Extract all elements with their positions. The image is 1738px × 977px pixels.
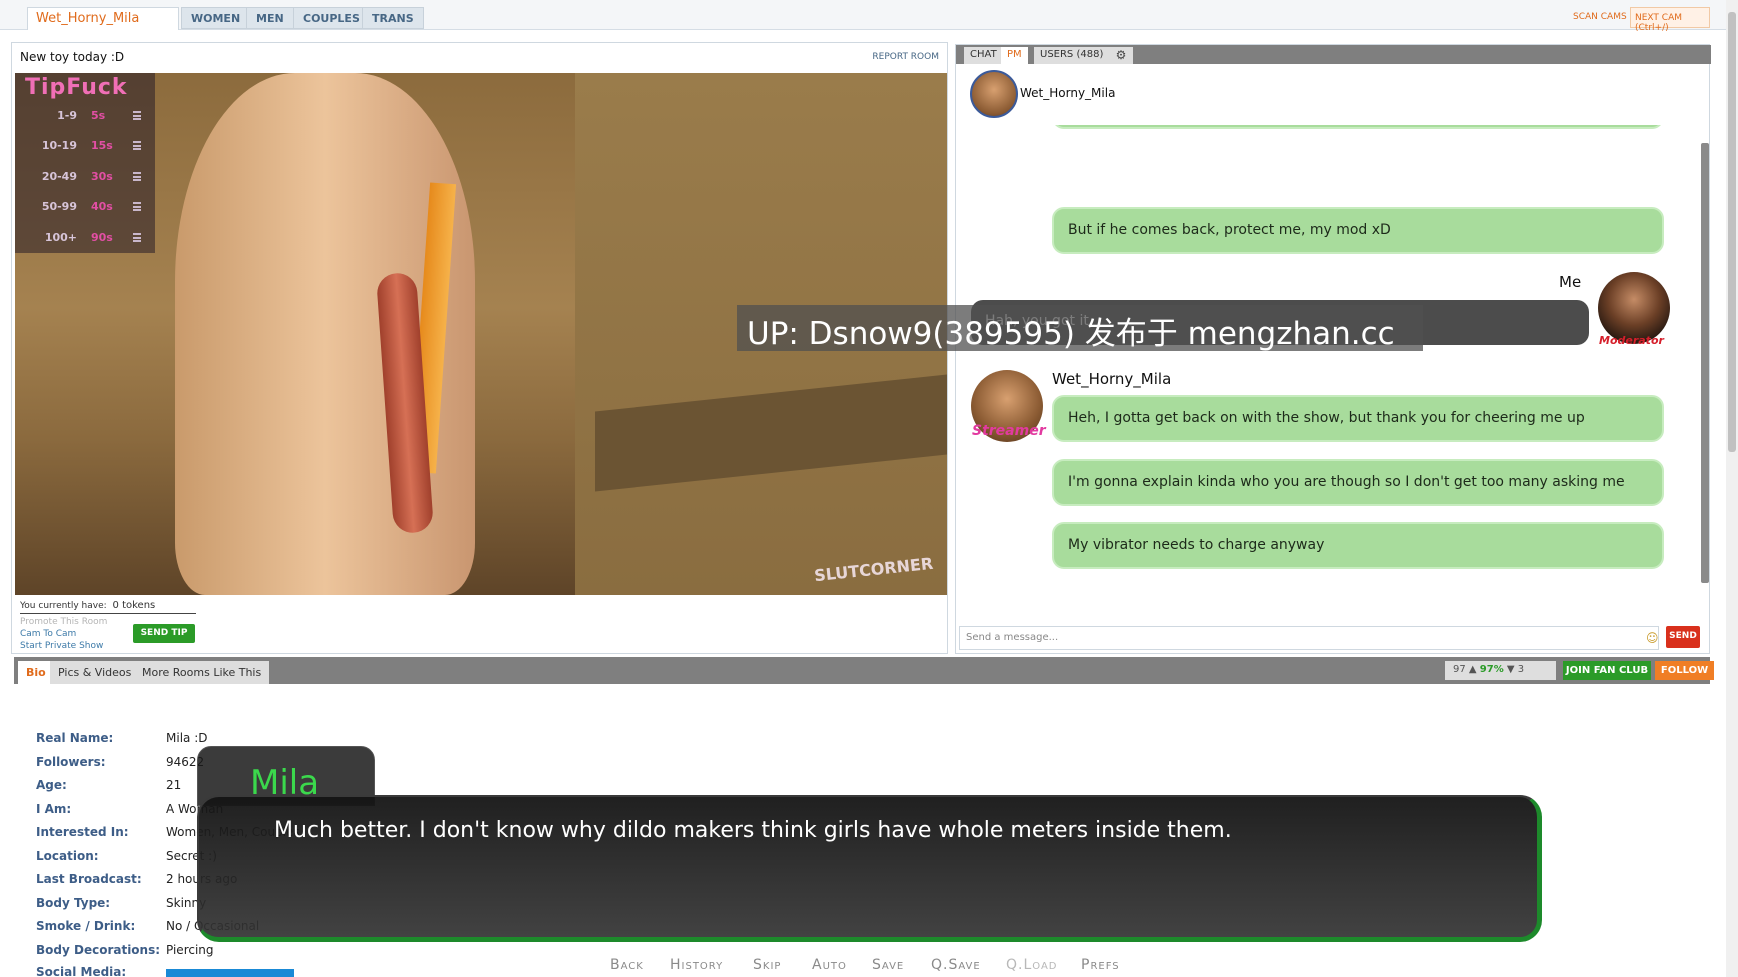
top-nav: Wet_Horny_Mila WOMEN MEN COUPLES TRANS S… — [0, 0, 1738, 33]
next-cam-button[interactable]: NEXT CAM (Ctrl+/) — [1630, 7, 1710, 33]
message-bubble: My vibrator needs to charge anyway — [1052, 522, 1664, 569]
bio-label: Real Name: — [36, 731, 114, 745]
quick-menu-back[interactable]: Back — [610, 957, 644, 973]
tip-level-icon — [133, 141, 141, 150]
message-list: But if he comes back, protect me, my mod… — [956, 125, 1696, 595]
token-balance-value: 0 tokens — [112, 600, 156, 611]
category-tab-women[interactable]: WOMEN — [181, 7, 251, 29]
tip-menu-overlay: TipFuck 1-9 5s 10-19 15s 20-49 30s 50-99… — [15, 73, 155, 253]
bio-label: Smoke / Drink: — [36, 919, 136, 933]
cam-to-cam-link[interactable]: Cam To Cam — [20, 629, 76, 639]
tip-range: 1-9 — [57, 109, 77, 122]
tip-time: 30s — [91, 170, 113, 183]
tip-level-icon — [133, 233, 141, 242]
gear-icon[interactable]: ⚙ — [1109, 47, 1133, 64]
tab-pics-videos[interactable]: Pics & Videos — [50, 661, 140, 684]
follow-button[interactable]: FOLLOW — [1655, 661, 1714, 680]
tab-bio[interactable]: Bio — [18, 661, 54, 684]
join-fan-club-button[interactable]: JOIN FAN CLUB — [1563, 661, 1651, 680]
streamer-badge: Streamer — [972, 423, 1046, 439]
bio-value: Mila :D — [166, 731, 208, 745]
quick-menu-auto[interactable]: Auto — [812, 957, 847, 973]
send-tip-button[interactable]: SEND TIP — [133, 624, 195, 643]
tip-range: 100+ — [44, 231, 77, 244]
promote-room-link[interactable]: Promote This Room — [20, 617, 107, 627]
tip-menu-row: 100+ 90s — [15, 231, 155, 251]
quick-menu-qsave[interactable]: Q.Save — [931, 957, 981, 973]
tip-level-icon — [133, 172, 141, 181]
tip-level-icon — [133, 111, 141, 120]
room-tab[interactable]: Wet_Horny_Mila — [27, 7, 179, 30]
tip-time: 5s — [91, 109, 106, 122]
social-media-button[interactable] — [166, 969, 294, 977]
message-bubble: Heh, I gotta get back on with the show, … — [1052, 395, 1664, 442]
token-balance-label: You currently have: — [20, 601, 107, 611]
tip-time: 90s — [91, 231, 113, 244]
private-show-link[interactable]: Start Private Show — [20, 641, 103, 651]
moderator-badge: Moderator — [1599, 334, 1664, 347]
dislikes-count: 3 — [1517, 664, 1525, 675]
tab-users[interactable]: USERS (488) — [1034, 47, 1110, 64]
quick-menu-qload[interactable]: Q.Load — [1006, 957, 1058, 973]
tip-time: 15s — [91, 139, 113, 152]
tip-menu-title: TipFuck — [25, 75, 128, 100]
page-scrollbar-thumb[interactable] — [1728, 12, 1736, 452]
message-bubble: I'm gonna explain kinda who you are thou… — [1052, 459, 1664, 506]
quick-menu-history[interactable]: History — [670, 957, 723, 973]
message-input[interactable]: Send a message... — [959, 626, 1659, 650]
bio-label: Age: — [36, 778, 67, 792]
chat-tabs: CHAT PM USERS (488) ⚙ — [956, 45, 1711, 64]
report-room-link[interactable]: REPORT ROOM — [872, 52, 939, 62]
scan-cams-link[interactable]: SCAN CAMS — [1573, 12, 1627, 22]
emoji-icon[interactable]: ☺ — [1646, 631, 1659, 645]
likes-count: 97 — [1453, 664, 1466, 675]
bio-label: Body Type: — [36, 896, 111, 910]
quick-menu-save[interactable]: Save — [872, 957, 904, 973]
bio-tab-bar: Bio Pics & Videos More Rooms Like This 9… — [14, 657, 1714, 684]
bio-label: I Am: — [36, 802, 72, 816]
thumbs-down-icon[interactable]: ▼ — [1507, 664, 1518, 675]
tab-chat[interactable]: CHAT — [964, 47, 1003, 64]
category-tab-trans[interactable]: TRANS — [362, 7, 424, 29]
send-button[interactable]: SEND — [1666, 626, 1700, 648]
bio-value: Piercing — [166, 943, 214, 957]
sender-label: Me — [1559, 273, 1582, 291]
bio-label: Last Broadcast: — [36, 872, 142, 886]
message-bubble-partial — [1052, 125, 1664, 129]
satisfaction-percent: 97% — [1479, 664, 1504, 675]
bio-label: Body Decorations: — [36, 943, 161, 957]
pm-user-name: Wet_Horny_Mila — [1020, 86, 1116, 100]
tip-menu-row: 20-49 30s — [15, 170, 155, 190]
category-tab-men[interactable]: MEN — [246, 7, 294, 29]
token-balance: You currently have: 0 tokens — [20, 600, 196, 614]
tip-range: 10-19 — [41, 139, 77, 152]
room-subject: New toy today :D — [20, 50, 125, 64]
bio-label: Location: — [36, 849, 99, 863]
sender-label: Wet_Horny_Mila — [1052, 370, 1172, 388]
tip-range: 20-49 — [41, 170, 77, 183]
satisfaction-rating: 97 ▲ 97% ▼ 3 — [1445, 661, 1556, 680]
tip-menu-row: 10-19 15s — [15, 139, 155, 159]
message-bubble: But if he comes back, protect me, my mod… — [1052, 207, 1664, 254]
speaker-name: Mila — [250, 763, 320, 803]
bio-label: Interested In: — [36, 825, 129, 839]
bio-label: Followers: — [36, 755, 106, 769]
tip-level-icon — [133, 202, 141, 211]
tip-time: 40s — [91, 200, 113, 213]
category-tab-couples[interactable]: COUPLES — [293, 7, 370, 29]
uploader-watermark: UP: Dsnow9(389595) 发布于 mengzhan.cc — [737, 305, 1423, 351]
thumbs-up-icon[interactable]: ▲ — [1469, 664, 1480, 675]
tip-menu-row: 1-9 5s — [15, 109, 155, 129]
tip-menu-row: 50-99 40s — [15, 200, 155, 220]
tip-range: 50-99 — [41, 200, 77, 213]
chat-scrollbar-thumb[interactable] — [1701, 143, 1709, 583]
bio-value: 21 — [166, 778, 182, 792]
pm-user-avatar[interactable] — [970, 70, 1018, 118]
quick-menu-skip[interactable]: Skip — [753, 957, 781, 973]
dialogue-text: Much better. I don't know why dildo make… — [274, 818, 1232, 843]
tab-more-rooms[interactable]: More Rooms Like This — [134, 661, 270, 684]
bio-label: Social Media: — [36, 965, 127, 977]
quick-menu-prefs[interactable]: Prefs — [1081, 957, 1120, 973]
tab-pm[interactable]: PM — [1001, 47, 1028, 64]
